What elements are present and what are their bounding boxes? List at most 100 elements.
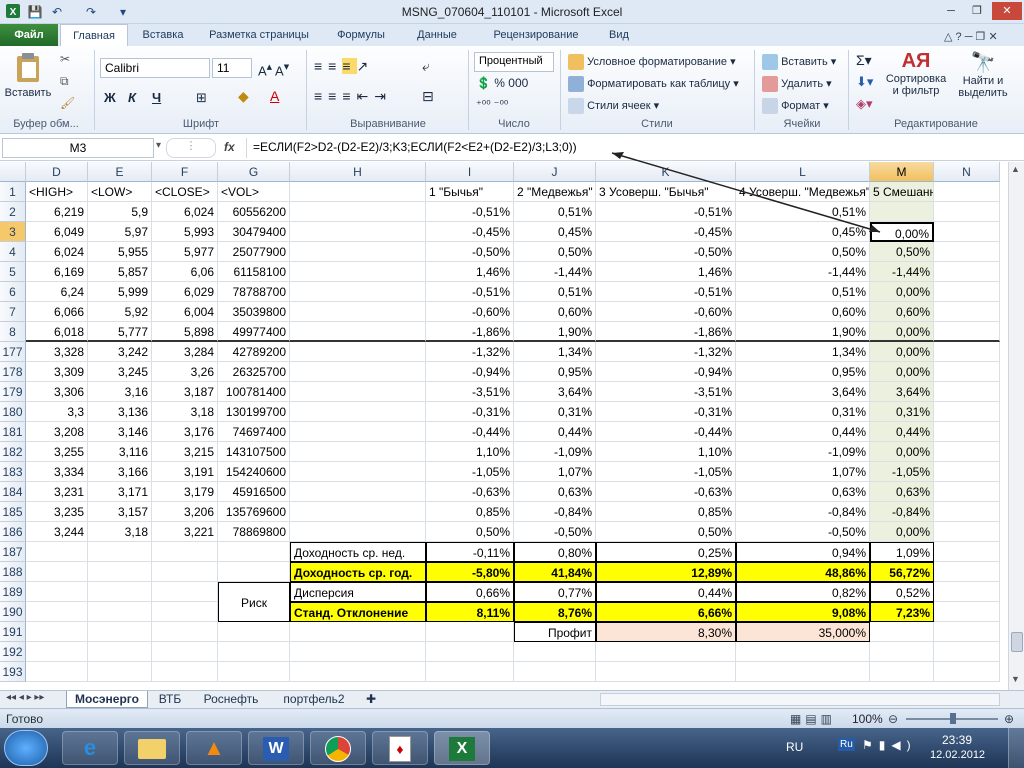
cell-h[interactable] <box>290 282 426 302</box>
cell-l[interactable]: -0,50% <box>736 522 870 542</box>
cell-g[interactable] <box>218 562 290 582</box>
cell-i[interactable]: -0,44% <box>426 422 514 442</box>
cell-f[interactable]: 3,187 <box>152 382 218 402</box>
cell-f[interactable] <box>152 562 218 582</box>
cell-j[interactable]: 1,07% <box>514 462 596 482</box>
cell-l[interactable]: 0,31% <box>736 402 870 422</box>
cell-n[interactable] <box>934 182 1000 202</box>
bold-button[interactable]: Ж <box>104 90 116 105</box>
cell-k[interactable]: -0,44% <box>596 422 736 442</box>
format-painter-icon[interactable]: 🖌 <box>60 96 75 110</box>
cell-k[interactable]: -1,05% <box>596 462 736 482</box>
column-header-i[interactable]: I <box>426 162 514 182</box>
cell-d[interactable]: 3,208 <box>26 422 88 442</box>
cell-l[interactable]: -0,84% <box>736 502 870 522</box>
cell-n[interactable] <box>934 362 1000 382</box>
sort-filter-button[interactable]: АЯ Сортировка и фильтр <box>884 50 948 97</box>
font-name-box[interactable]: Calibri <box>100 58 210 78</box>
cell-e[interactable]: 5,955 <box>88 242 152 262</box>
cell-d[interactable]: 6,066 <box>26 302 88 322</box>
cell-j[interactable]: -1,44% <box>514 262 596 282</box>
cell-j[interactable]: 8,76% <box>514 602 596 622</box>
cell-e[interactable]: 5,92 <box>88 302 152 322</box>
cell-i[interactable]: -1,86% <box>426 322 514 342</box>
cell-k[interactable]: -0,51% <box>596 282 736 302</box>
cell-m[interactable]: 0,00% <box>870 362 934 382</box>
sheet-tab-mosenergo[interactable]: Мосэнерго <box>66 691 148 708</box>
row-header[interactable]: 184 <box>0 482 26 502</box>
cell-l[interactable]: 3,64% <box>736 382 870 402</box>
cell-j[interactable] <box>514 642 596 662</box>
cell-l[interactable]: 1,07% <box>736 462 870 482</box>
insert-cells-button[interactable]: Вставить ▾ <box>762 54 836 70</box>
cell-l[interactable]: 0,51% <box>736 202 870 222</box>
row-header[interactable]: 5 <box>0 262 26 282</box>
cell-d[interactable] <box>26 542 88 562</box>
row-header[interactable]: 188 <box>0 562 26 582</box>
cell-k[interactable]: -0,60% <box>596 302 736 322</box>
cell-l[interactable] <box>736 662 870 682</box>
cell-i[interactable]: 0,85% <box>426 502 514 522</box>
cell-e[interactable]: 3,157 <box>88 502 152 522</box>
cell-d[interactable]: 6,169 <box>26 262 88 282</box>
cell-g[interactable] <box>218 642 290 662</box>
horizontal-align-icons[interactable]: ≡≡≡⇤⇥ <box>314 88 392 105</box>
number-format-select[interactable]: Процентный <box>474 52 554 72</box>
cell-k[interactable] <box>596 642 736 662</box>
cell-f[interactable]: <CLOSE> <box>152 182 218 202</box>
cell-e[interactable]: 3,242 <box>88 342 152 362</box>
cell-n[interactable] <box>934 462 1000 482</box>
cell-k[interactable]: -0,63% <box>596 482 736 502</box>
cell-e[interactable]: 5,857 <box>88 262 152 282</box>
maximize-icon[interactable]: ❐ <box>964 2 990 20</box>
cell-n[interactable] <box>934 522 1000 542</box>
clear-icon[interactable]: ◈▾ <box>856 96 873 112</box>
cell-j[interactable] <box>514 662 596 682</box>
cell-f[interactable]: 3,284 <box>152 342 218 362</box>
delete-cells-button[interactable]: Удалить ▾ <box>762 76 832 92</box>
cell-m[interactable]: -1,44% <box>870 262 934 282</box>
cell-l[interactable]: 48,86% <box>736 562 870 582</box>
cell-m[interactable]: 3,64% <box>870 382 934 402</box>
cell-e[interactable]: 3,146 <box>88 422 152 442</box>
cell-g[interactable]: 135769600 <box>218 502 290 522</box>
cell-k[interactable]: -0,45% <box>596 222 736 242</box>
merge-cells-icon[interactable]: ⊟ <box>422 88 434 105</box>
cell-g[interactable]: 78869800 <box>218 522 290 542</box>
tab-review[interactable]: Рецензирование <box>476 24 596 46</box>
cell-g[interactable] <box>218 622 290 642</box>
cell-n[interactable] <box>934 502 1000 522</box>
cell-h[interactable] <box>290 382 426 402</box>
cell-h[interactable] <box>290 362 426 382</box>
insert-function-icon[interactable]: fx <box>224 140 235 154</box>
cell-k[interactable]: -0,51% <box>596 202 736 222</box>
cell-l[interactable]: 0,95% <box>736 362 870 382</box>
cell-m[interactable]: 56,72% <box>870 562 934 582</box>
cell-e[interactable]: 3,136 <box>88 402 152 422</box>
cell-l[interactable]: 0,94% <box>736 542 870 562</box>
row-header[interactable]: 1 <box>0 182 26 202</box>
row-header[interactable]: 179 <box>0 382 26 402</box>
column-header-n[interactable]: N <box>934 162 1000 182</box>
cell-j[interactable]: 1,90% <box>514 322 596 342</box>
cell-m[interactable] <box>870 662 934 682</box>
column-header-m[interactable]: M <box>870 162 934 182</box>
row-header[interactable]: 190 <box>0 602 26 622</box>
cell-k[interactable]: 0,44% <box>596 582 736 602</box>
cell-j[interactable]: 0,51% <box>514 202 596 222</box>
cell-e[interactable]: <LOW> <box>88 182 152 202</box>
cell-g[interactable]: 78788700 <box>218 282 290 302</box>
cell-e[interactable] <box>88 622 152 642</box>
cell-j[interactable]: 0,45% <box>514 222 596 242</box>
conditional-format-button[interactable]: Условное форматирование ▾ <box>568 54 736 70</box>
cell-i[interactable]: -0,45% <box>426 222 514 242</box>
cell-j[interactable]: 1,34% <box>514 342 596 362</box>
cell-h[interactable]: Дисперсия <box>290 582 426 602</box>
cell-f[interactable]: 3,206 <box>152 502 218 522</box>
row-header[interactable]: 187 <box>0 542 26 562</box>
cell-i[interactable]: 8,11% <box>426 602 514 622</box>
cell-n[interactable] <box>934 622 1000 642</box>
cell-k[interactable]: 6,66% <box>596 602 736 622</box>
cell-h[interactable] <box>290 322 426 342</box>
cell-g[interactable]: 30479400 <box>218 222 290 242</box>
